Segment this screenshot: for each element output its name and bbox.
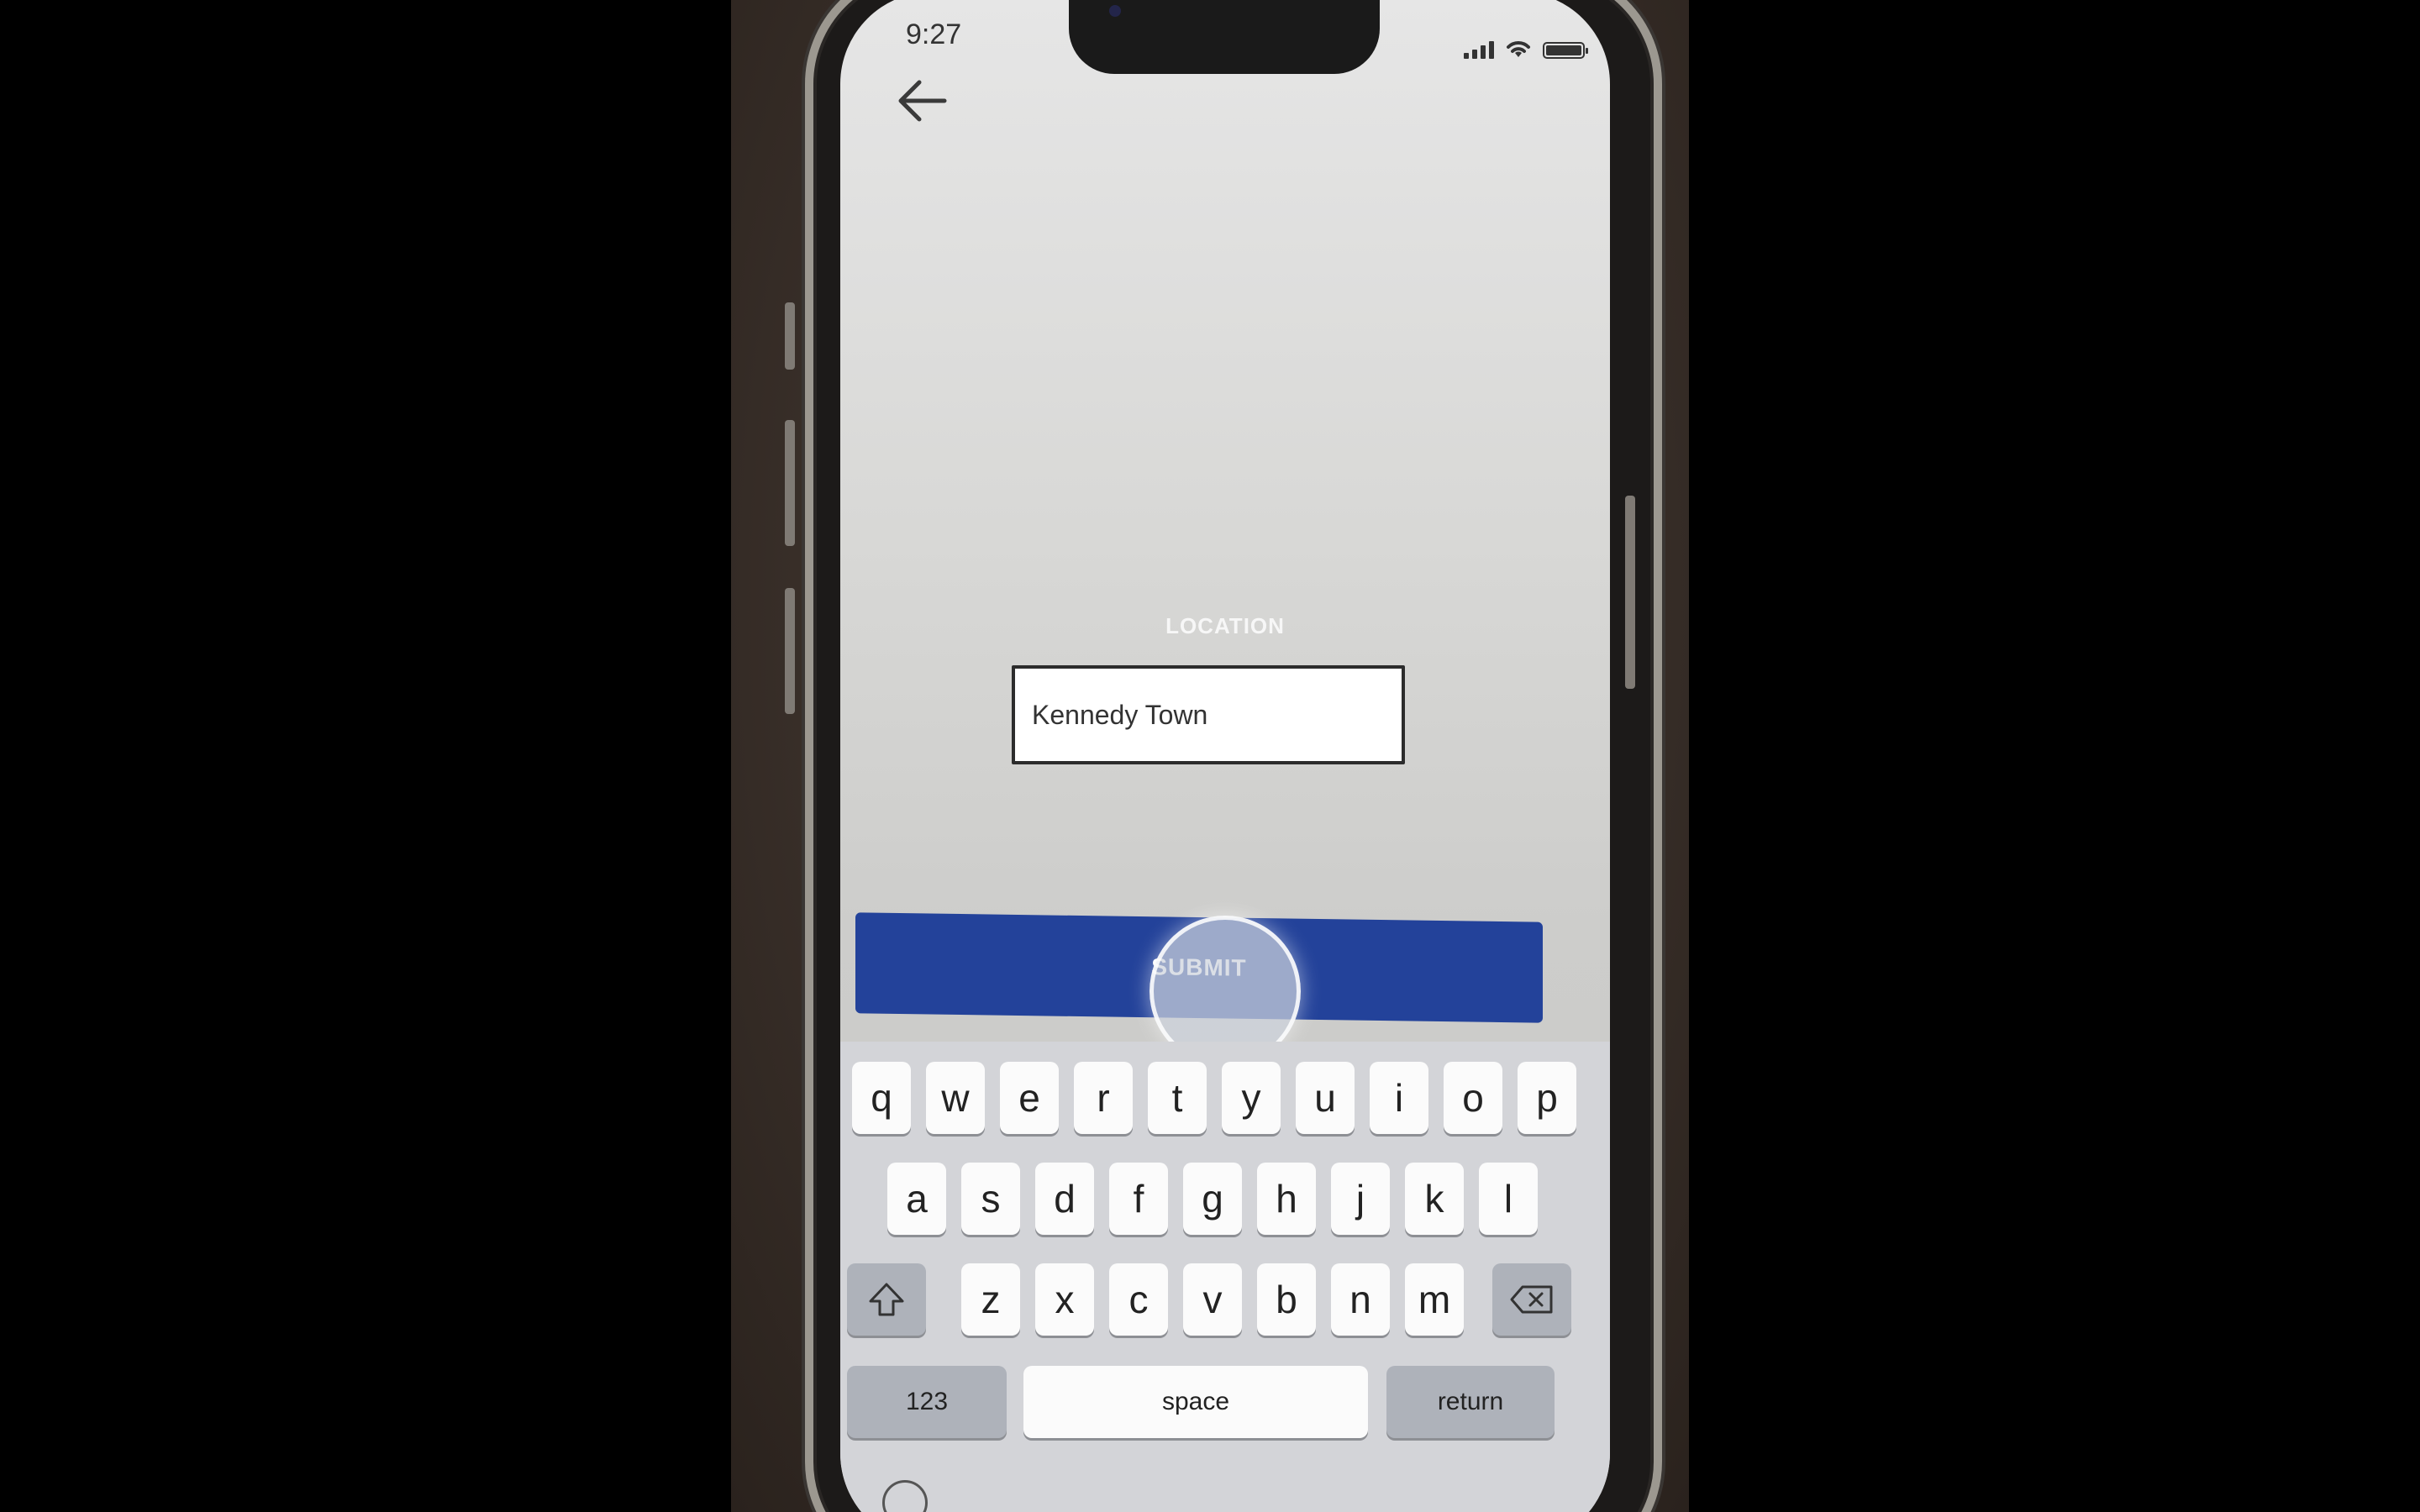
key-q[interactable]: q xyxy=(852,1062,911,1134)
cellular-signal-icon xyxy=(1464,40,1494,59)
key-i[interactable]: i xyxy=(1370,1062,1428,1134)
key-n[interactable]: n xyxy=(1331,1263,1390,1336)
key-p[interactable]: p xyxy=(1518,1062,1576,1134)
key-w[interactable]: w xyxy=(926,1062,985,1134)
space-key[interactable]: space xyxy=(1023,1366,1368,1438)
status-icons xyxy=(1464,34,1588,59)
key-e[interactable]: e xyxy=(1000,1062,1059,1134)
key-r[interactable]: r xyxy=(1074,1062,1133,1134)
key-b[interactable]: b xyxy=(1257,1263,1316,1336)
key-f[interactable]: f xyxy=(1109,1163,1168,1235)
notch xyxy=(1069,0,1380,74)
backspace-icon xyxy=(1510,1285,1553,1314)
location-input[interactable] xyxy=(1012,665,1405,764)
numbers-key[interactable]: 123 xyxy=(847,1366,1007,1438)
key-u[interactable]: u xyxy=(1296,1062,1355,1134)
shift-icon xyxy=(869,1283,904,1316)
phone-volume-up xyxy=(785,420,795,546)
key-k[interactable]: k xyxy=(1405,1163,1464,1235)
arrow-left-icon xyxy=(898,80,947,122)
battery-icon xyxy=(1543,42,1588,59)
back-button[interactable] xyxy=(894,76,953,126)
key-a[interactable]: a xyxy=(887,1163,946,1235)
key-z[interactable]: z xyxy=(961,1263,1020,1336)
return-key[interactable]: return xyxy=(1386,1366,1555,1438)
key-s[interactable]: s xyxy=(961,1163,1020,1235)
key-l[interactable]: l xyxy=(1479,1163,1538,1235)
phone-side-button xyxy=(785,302,795,370)
key-x[interactable]: x xyxy=(1035,1263,1094,1336)
key-t[interactable]: t xyxy=(1148,1062,1207,1134)
key-v[interactable]: v xyxy=(1183,1263,1242,1336)
phone-power-button xyxy=(1625,496,1635,689)
key-y[interactable]: y xyxy=(1222,1062,1281,1134)
status-time: 9:27 xyxy=(906,18,962,50)
key-o[interactable]: o xyxy=(1444,1062,1502,1134)
key-m[interactable]: m xyxy=(1405,1263,1464,1336)
key-j[interactable]: j xyxy=(1331,1163,1390,1235)
key-h[interactable]: h xyxy=(1257,1163,1316,1235)
key-d[interactable]: d xyxy=(1035,1163,1094,1235)
emoji-icon[interactable] xyxy=(882,1480,928,1512)
key-c[interactable]: c xyxy=(1109,1263,1168,1336)
keyboard: q w e r t y u i o p a s d f g h j k l z … xyxy=(840,1042,1610,1512)
location-label: LOCATION xyxy=(1165,613,1285,638)
delete-key[interactable] xyxy=(1492,1263,1571,1336)
key-g[interactable]: g xyxy=(1183,1163,1242,1235)
phone-volume-down xyxy=(785,588,795,714)
shift-key[interactable] xyxy=(847,1263,926,1336)
front-camera xyxy=(1109,5,1121,17)
video-frame: 9:27 LOCATION SUBMIT q w e xyxy=(731,0,1689,1512)
phone-screen: 9:27 LOCATION SUBMIT q w e xyxy=(840,0,1610,1512)
wifi-icon xyxy=(1507,41,1530,57)
